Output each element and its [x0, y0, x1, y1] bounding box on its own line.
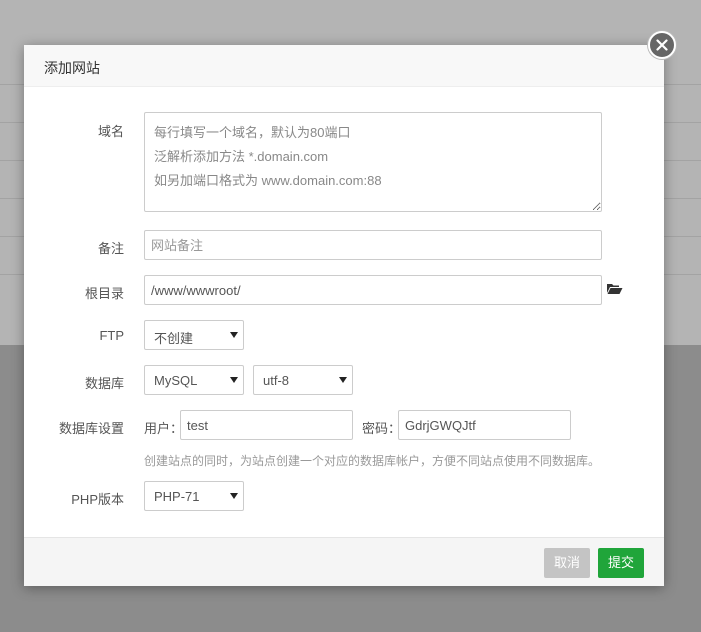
- ftp-label: FTP: [99, 328, 124, 343]
- ftp-select[interactable]: 不创建: [144, 320, 244, 350]
- remark-input[interactable]: [144, 230, 602, 260]
- domain-textarea[interactable]: [144, 112, 602, 212]
- folder-open-icon[interactable]: [606, 282, 623, 298]
- remark-label: 备注: [97, 241, 124, 256]
- caret-down-icon: [230, 332, 238, 338]
- php-version-label: PHP版本: [71, 492, 124, 507]
- dialog-footer: 取消 提交: [24, 537, 664, 586]
- add-site-dialog: 添加网站 域名 备注 根目录 FTP 不创建 数据库 MySQL utf-8 数…: [24, 31, 676, 586]
- database-type-select[interactable]: MySQL: [144, 365, 244, 395]
- database-charset-value: utf-8: [263, 373, 290, 388]
- cancel-button[interactable]: 取消: [544, 548, 590, 578]
- root-dir-label: 根目录: [84, 286, 124, 301]
- close-button[interactable]: [648, 31, 676, 59]
- database-type-value: MySQL: [154, 373, 198, 388]
- root-dir-input[interactable]: [144, 275, 602, 305]
- db-password-input[interactable]: [398, 410, 571, 440]
- caret-down-icon: [339, 377, 347, 383]
- db-password-label: 密码：: [362, 421, 402, 436]
- php-version-select[interactable]: PHP-71: [144, 481, 244, 511]
- db-user-label: 用户：: [144, 421, 184, 436]
- domain-label: 域名: [97, 124, 124, 139]
- database-label: 数据库: [84, 376, 124, 391]
- caret-down-icon: [230, 377, 238, 383]
- dialog-header: 添加网站: [24, 45, 664, 87]
- php-version-value: PHP-71: [154, 489, 200, 504]
- db-settings-label: 数据库设置: [58, 421, 124, 436]
- db-user-input[interactable]: [180, 410, 353, 440]
- submit-button[interactable]: 提交: [598, 548, 644, 578]
- caret-down-icon: [230, 493, 238, 499]
- ftp-select-value: 不创建: [154, 331, 194, 346]
- close-icon: [656, 39, 668, 51]
- dialog-title: 添加网站: [44, 60, 100, 76]
- database-charset-select[interactable]: utf-8: [253, 365, 353, 395]
- db-settings-hint: 创建站点的同时，为站点创建一个对应的数据库帐户，方便不同站点使用不同数据库。: [144, 454, 601, 468]
